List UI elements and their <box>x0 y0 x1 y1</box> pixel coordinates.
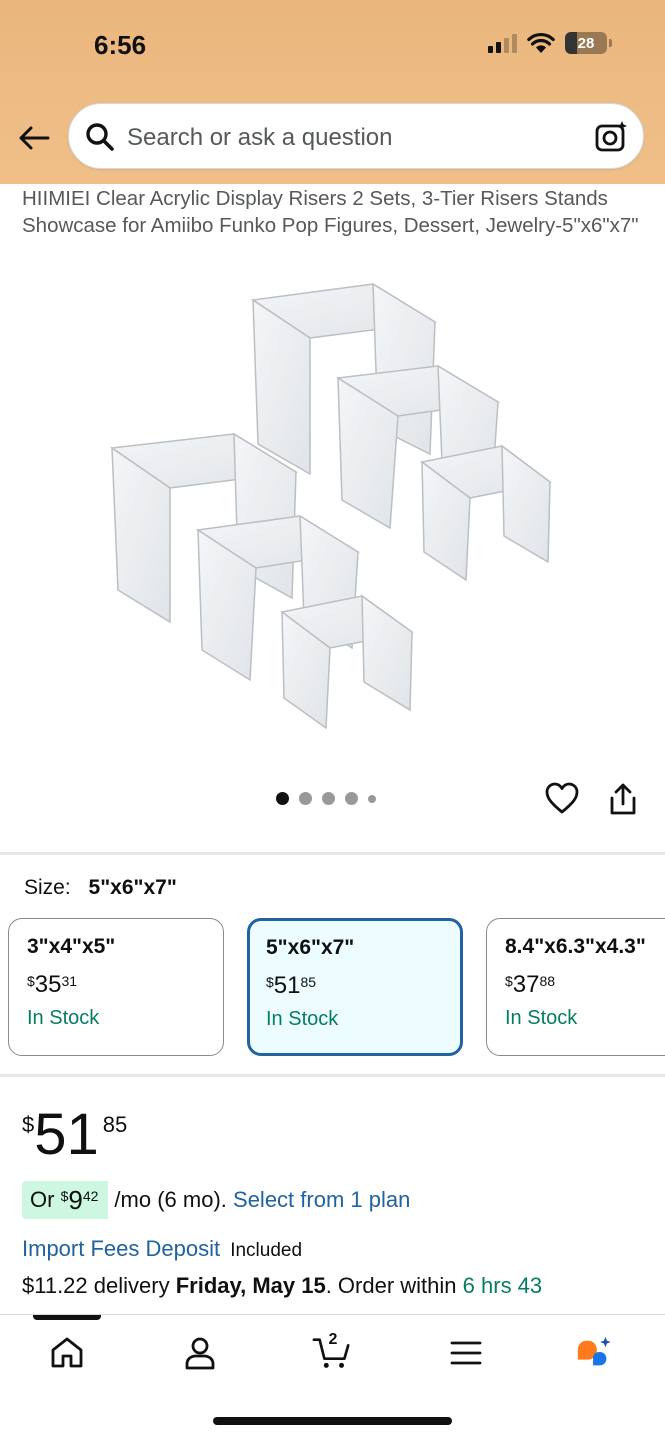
header: 6:56 28 Search or ask a question <box>0 0 665 184</box>
cellular-signal-icon <box>488 33 517 53</box>
home-indicator <box>213 1417 452 1425</box>
back-button[interactable] <box>16 122 52 154</box>
installment-term: /mo (6 mo). <box>114 1187 227 1212</box>
carousel-dot[interactable] <box>345 792 358 805</box>
search-placeholder: Search or ask a question <box>127 124 393 151</box>
delivery-cost: $11.22 delivery <box>22 1273 170 1298</box>
size-option[interactable]: 8.4"x6.3"x4.3" $37 88 In Stock <box>486 918 665 1056</box>
product-price: $ 51 85 <box>22 1102 128 1167</box>
carousel-dot[interactable] <box>299 792 312 805</box>
size-option-name: 5"x6"x7" <box>266 936 355 959</box>
nav-rufus-assistant[interactable] <box>574 1333 614 1373</box>
share-button[interactable] <box>606 782 640 823</box>
selected-size: 5"x6"x7" <box>88 876 177 899</box>
image-carousel-dots[interactable] <box>276 792 376 805</box>
installment-row: Or $9 42 /mo (6 mo). Select from 1 plan <box>22 1181 410 1219</box>
search-bar[interactable]: Search or ask a question <box>68 103 644 169</box>
size-option-price: $35 31 <box>27 971 78 998</box>
size-option-stock: In Stock <box>266 1008 339 1030</box>
search-icon <box>86 123 114 151</box>
delivery-row: $11.22 delivery Friday, May 15. Order wi… <box>22 1273 542 1299</box>
order-within-label: . Order within <box>325 1273 457 1298</box>
nav-home[interactable] <box>47 1333 87 1373</box>
carousel-dot[interactable] <box>276 792 289 805</box>
size-option[interactable]: 3"x4"x5" $35 31 In Stock <box>8 918 224 1056</box>
size-option-name: 8.4"x6.3"x4.3" <box>505 935 646 958</box>
battery-icon: 28 <box>565 32 612 54</box>
select-plan-link[interactable]: Select from 1 plan <box>233 1187 410 1213</box>
share-icon <box>610 783 636 815</box>
size-option-price: $37 88 <box>505 971 556 998</box>
import-fees-link[interactable]: Import Fees Deposit <box>22 1236 220 1261</box>
account-icon <box>185 1337 215 1370</box>
wishlist-button[interactable] <box>544 781 580 820</box>
nav-cart[interactable]: 2 <box>312 1331 352 1373</box>
active-tab-indicator <box>33 1315 101 1320</box>
divider <box>0 852 665 855</box>
menu-icon <box>450 1341 482 1365</box>
carousel-dot[interactable] <box>368 794 376 803</box>
carousel-dot[interactable] <box>322 792 335 805</box>
size-row: Size: 5"x6"x7" <box>24 876 177 900</box>
size-option-stock: In Stock <box>505 1007 578 1029</box>
heart-icon <box>545 782 579 814</box>
import-fees-row: Import Fees Deposit Included <box>22 1236 302 1262</box>
size-option-selected[interactable]: 5"x6"x7" $51 85 In Stock <box>247 918 463 1056</box>
nav-menu[interactable] <box>446 1333 486 1373</box>
status-icons: 28 <box>488 32 612 54</box>
cart-count: 2 <box>328 1331 338 1348</box>
delivery-countdown: 6 hrs 43 <box>462 1273 543 1298</box>
product-image[interactable] <box>100 278 570 738</box>
size-option-name: 3"x4"x5" <box>27 935 116 958</box>
divider <box>0 1074 665 1077</box>
camera-search-icon[interactable] <box>595 120 629 154</box>
size-option-stock: In Stock <box>27 1007 100 1029</box>
wifi-icon <box>527 32 555 53</box>
home-icon <box>51 1337 83 1368</box>
import-fees-status: Included <box>230 1240 303 1261</box>
product-page: 6:56 28 Search or ask a question HIIMIEI… <box>0 0 665 1440</box>
status-time: 6:56 <box>94 30 147 60</box>
product-title[interactable]: HIIMIEI Clear Acrylic Display Risers 2 S… <box>22 185 642 239</box>
size-option-price: $51 85 <box>266 972 317 999</box>
nav-account[interactable] <box>180 1333 220 1373</box>
delivery-date: Friday, May 15 <box>175 1273 326 1298</box>
battery-level: 28 <box>577 34 595 52</box>
ai-assistant-icon <box>577 1336 611 1366</box>
size-label: Size: <box>24 876 71 899</box>
back-arrow-icon <box>19 126 50 150</box>
installment-badge: Or $9 42 <box>22 1181 109 1219</box>
